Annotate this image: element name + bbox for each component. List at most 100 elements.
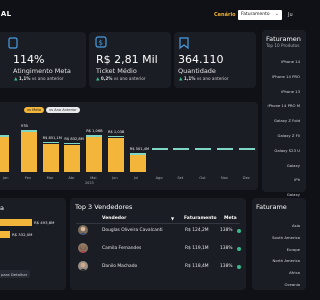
month-label: Jun	[112, 176, 118, 180]
chart-bar[interactable]	[64, 144, 81, 172]
status-dot	[237, 228, 241, 233]
target-marker	[108, 135, 124, 138]
month-label: Abr	[68, 176, 75, 180]
kpi-card-atingimento: 114% Atingimento Meta ▲ 1,1% vs ano ante…	[0, 32, 86, 88]
month-label: Mar	[46, 176, 54, 180]
kpi-value: 364.110	[178, 53, 224, 66]
seller-name: Danilo Machado	[102, 264, 138, 269]
avatar	[78, 225, 88, 235]
chart-bar[interactable]	[129, 155, 146, 172]
kpi-delta: ▲ 1,1% vs ano anterior	[14, 76, 64, 82]
product-item[interactable]: iPhone 14 PRO M	[268, 103, 300, 108]
svg-text:$: $	[99, 39, 103, 47]
kpi-label: Atingimento Meta	[13, 67, 71, 75]
period-filter-label[interactable]: Ju	[288, 12, 293, 18]
month-label: Nov	[221, 176, 229, 180]
product-item[interactable]: Galaxy S23 U	[274, 148, 300, 153]
product-item[interactable]: iPhone 13	[281, 89, 300, 94]
top-bar: IAL Cenário Faturamento ⌄ Ju	[0, 0, 300, 30]
bar-value-label: R$ 832,8M	[64, 136, 84, 141]
bookmark-icon	[179, 37, 189, 50]
chevron-down-icon: ⌄	[274, 11, 279, 17]
seller-meta: 138%	[220, 264, 233, 269]
product-item[interactable]: Galaxy Z Fli	[278, 133, 300, 138]
top-sellers-card: Top 3 Vendedores Vendedor ▼ Faturamento …	[70, 198, 246, 290]
seller-revenue: R$ 118,4M	[185, 264, 209, 269]
target-marker	[238, 148, 255, 150]
chart-bar[interactable]	[20, 132, 37, 172]
drill-hint-button[interactable]: para Detalhar	[0, 270, 31, 278]
target-marker	[0, 135, 9, 137]
breakdown-title: a	[0, 204, 4, 212]
bar-value-label: R$ 501,4M	[129, 147, 150, 152]
month-label: Fev	[24, 176, 32, 180]
target-marker	[129, 153, 146, 155]
month-label: Mai	[90, 176, 97, 180]
scenario-select[interactable]: Faturamento ⌄	[238, 10, 282, 20]
scenario-label: Cenário	[214, 12, 236, 18]
chart-bar[interactable]	[0, 137, 9, 172]
product-item[interactable]: iPhone 14	[281, 59, 300, 64]
sort-icon[interactable]: ▼	[171, 216, 174, 221]
monthly-bar-chart: Jan 97B Fev R$ 851,1M Mar R$ 832,8M Abr R$ 1,06…	[0, 102, 258, 190]
target-marker	[86, 135, 103, 137]
chart-icon	[8, 37, 18, 49]
product-item[interactable]: iPh	[294, 177, 300, 182]
monthly-chart-card: vs Meta vs Ano Anterior Jan 97B Fev R$ 851,…	[0, 102, 258, 190]
target-marker	[20, 130, 37, 132]
region-item[interactable]: Asia	[292, 223, 300, 228]
kpi-label: Ticket Médio	[96, 67, 137, 75]
col-faturamento[interactable]: Faturamento	[184, 216, 217, 221]
products-title: Faturamen	[266, 35, 301, 43]
sellers-title: Top 3 Vendedores	[75, 203, 133, 211]
divider	[76, 223, 240, 224]
chart-bar[interactable]	[86, 137, 103, 172]
products-subtitle: Top 10 Produtos	[266, 43, 300, 48]
month-label: Set	[177, 176, 184, 180]
seller-revenue: R$ 124,2M	[185, 228, 209, 233]
bar-value-label: R$ 851,1M	[42, 135, 62, 140]
status-dot	[237, 264, 241, 269]
status-dot	[237, 246, 241, 251]
kpi-delta: ▲ 1,1% vs ano anterior	[179, 76, 229, 82]
month-label: Dez	[242, 176, 250, 180]
up-triangle-icon: ▲	[14, 77, 18, 82]
region-item[interactable]: Africa	[289, 270, 300, 275]
avatar	[78, 261, 88, 271]
target-marker	[173, 148, 190, 150]
target-marker	[195, 148, 212, 150]
region-item[interactable]: Oceania	[284, 282, 300, 287]
up-triangle-icon: ▲	[96, 77, 100, 82]
breakdown-bar[interactable]	[0, 231, 10, 238]
target-marker	[64, 142, 81, 144]
chart-bar[interactable]	[108, 137, 124, 172]
target-marker	[151, 148, 168, 150]
bar-value-label: 97B	[20, 124, 28, 128]
region-item[interactable]: North America	[273, 258, 301, 263]
bar-value-label: R$ 1,06B	[86, 129, 103, 133]
kpi-card-quantidade: 364.110 Quantidade ▲ 1,1% vs ano anterio…	[174, 32, 256, 88]
product-item[interactable]: Galaxy	[287, 163, 300, 168]
target-marker	[42, 141, 59, 144]
breakdown-value: R$ 332,0M	[12, 232, 33, 237]
kpi-label: Quantidade	[178, 67, 216, 75]
seller-name: Douglas Oliveira Cavalcanti	[102, 228, 163, 233]
region-item[interactable]: Europe	[287, 247, 300, 252]
chart-bar[interactable]	[42, 143, 59, 172]
breakdown-bar[interactable]	[0, 219, 32, 226]
month-label: Jan	[3, 176, 9, 180]
avatar	[78, 243, 88, 253]
col-meta[interactable]: Meta	[224, 216, 237, 221]
scenario-select-value: Faturamento	[241, 12, 270, 17]
month-label: Ago	[155, 176, 163, 180]
col-vendedor[interactable]: Vendedor	[102, 216, 126, 221]
page-title: IAL	[0, 10, 12, 18]
product-item[interactable]: Galaxy	[287, 192, 300, 197]
month-label: Out	[199, 176, 206, 180]
product-item[interactable]: Galaxy Z Fold	[274, 118, 300, 123]
product-item[interactable]: iPhone 14 PRO	[272, 74, 300, 79]
region-item[interactable]: South America	[272, 235, 300, 240]
seller-name: Camila Fernandes	[102, 246, 142, 251]
kpi-delta: ▲ 0,2% vs ano anterior	[96, 76, 146, 82]
regions-card: Faturame Asia South America Europe North Am…	[252, 198, 306, 290]
